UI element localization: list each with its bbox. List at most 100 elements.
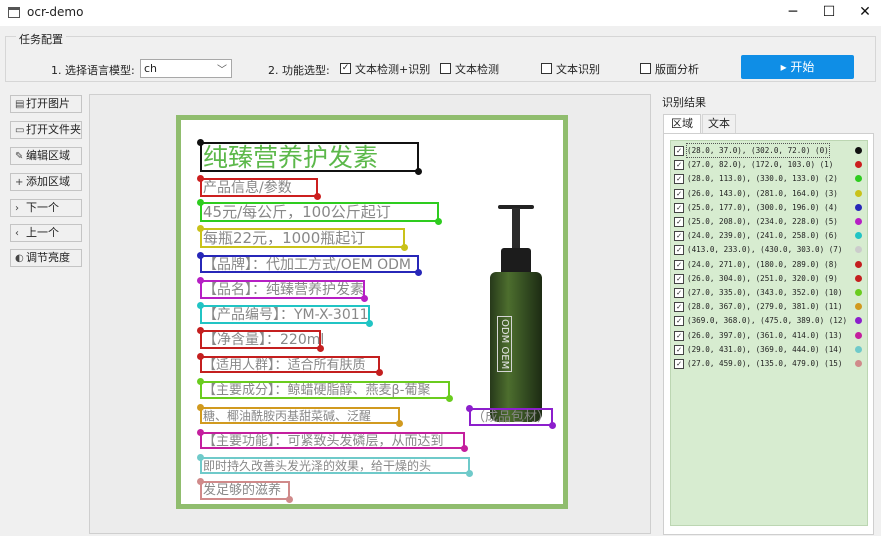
- region-handle[interactable]: [197, 327, 204, 334]
- region-handle[interactable]: [197, 225, 204, 232]
- region-handle[interactable]: [466, 405, 473, 412]
- region-handle[interactable]: [197, 302, 204, 309]
- region-checkbox[interactable]: ✓: [674, 188, 684, 199]
- ocr-region-box[interactable]: 每瓶22元，1000瓶起订: [197, 225, 408, 251]
- tab-text[interactable]: 文本: [702, 114, 736, 134]
- language-model-select[interactable]: ch ﹀: [140, 59, 232, 78]
- region-list-item[interactable]: ✓ (26.0, 304.0), (251.0, 320.0) (9): [673, 272, 865, 285]
- region-handle[interactable]: [366, 320, 373, 327]
- ocr-region-text: 产品信息/参数: [203, 180, 292, 196]
- ocr-region-box[interactable]: （成品包材）: [466, 405, 556, 429]
- region-handle[interactable]: [197, 454, 204, 461]
- region-handle[interactable]: [401, 244, 408, 251]
- region-handle[interactable]: [466, 470, 473, 477]
- ocr-region-box[interactable]: 糖、椰油酰胺丙基甜菜碱、泛醒: [197, 404, 403, 427]
- region-checkbox[interactable]: ✓: [674, 160, 684, 171]
- region-list-item[interactable]: ✓ (25.0, 208.0), (234.0, 228.0) (5): [673, 215, 865, 228]
- region-list-item[interactable]: ✓ (26.0, 397.0), (361.0, 414.0) (13): [673, 329, 865, 342]
- region-list-item[interactable]: ✓ (369.0, 368.0), (475.0, 389.0) (12): [673, 314, 865, 327]
- open-folder-button[interactable]: ▭ 打开文件夹: [10, 121, 82, 139]
- region-handle[interactable]: [197, 199, 204, 206]
- region-checkbox[interactable]: ✓: [674, 316, 684, 327]
- region-handle[interactable]: [361, 295, 368, 302]
- region-list-item[interactable]: ✓ (27.0, 335.0), (343.0, 352.0) (10): [673, 286, 865, 299]
- ocr-region-box[interactable]: 发足够的滋养: [197, 478, 293, 503]
- region-checkbox[interactable]: ✓: [674, 245, 684, 256]
- open-image-button[interactable]: ▤ 打开图片: [10, 95, 82, 113]
- option-detect-recognize-checkbox[interactable]: ✓: [340, 63, 351, 74]
- region-list-item[interactable]: ✓ (25.0, 177.0), (300.0, 196.0) (4): [673, 201, 865, 214]
- region-handle[interactable]: [317, 345, 324, 352]
- region-checkbox[interactable]: ✓: [674, 302, 684, 313]
- next-button[interactable]: › 下一个: [10, 199, 82, 217]
- region-checkbox[interactable]: ✓: [674, 359, 684, 369]
- region-handle[interactable]: [197, 139, 204, 146]
- region-handle[interactable]: [396, 420, 403, 427]
- region-handle[interactable]: [197, 429, 204, 436]
- region-handle[interactable]: [435, 218, 442, 225]
- region-checkbox[interactable]: ✓: [674, 146, 684, 156]
- region-checkbox[interactable]: ✓: [674, 330, 684, 341]
- region-handle[interactable]: [197, 277, 204, 284]
- ocr-region-box[interactable]: 【主要成分】：鲸蜡硬脂醇、燕麦β-葡聚: [197, 378, 453, 402]
- region-checkbox[interactable]: ✓: [674, 259, 684, 270]
- ocr-region-box[interactable]: 纯臻营养护发素: [197, 139, 422, 175]
- option-detect-checkbox[interactable]: [440, 63, 451, 74]
- region-handle[interactable]: [549, 422, 556, 429]
- region-list-item[interactable]: ✓ (27.0, 82.0), (172.0, 103.0) (1): [673, 158, 865, 171]
- region-list-item[interactable]: ✓ (28.0, 37.0), (302.0, 72.0) (0): [673, 143, 865, 158]
- region-handle[interactable]: [461, 445, 468, 452]
- region-handle[interactable]: [197, 378, 204, 385]
- region-handle[interactable]: [376, 369, 383, 376]
- image-canvas[interactable]: ODM OEM 纯臻营养护发素 产品信息/参数 45元/每公斤，100公斤起订 每瓶2…: [89, 94, 651, 534]
- region-checkbox[interactable]: ✓: [674, 273, 684, 284]
- tab-region[interactable]: 区域: [663, 114, 701, 134]
- edit-region-button[interactable]: ✎ 编辑区域: [10, 147, 82, 165]
- region-checkbox[interactable]: ✓: [674, 174, 684, 185]
- region-handle[interactable]: [415, 168, 422, 175]
- ocr-region-box[interactable]: 产品信息/参数: [197, 175, 321, 200]
- region-handle[interactable]: [286, 496, 293, 503]
- region-handle[interactable]: [197, 353, 204, 360]
- brightness-icon: ◐: [15, 253, 24, 264]
- add-region-button[interactable]: + 添加区域: [10, 173, 82, 191]
- option-layout-checkbox[interactable]: [640, 63, 651, 74]
- ocr-region-box[interactable]: 【品名】：纯臻营养护发素: [197, 277, 368, 302]
- region-list-item[interactable]: ✓ (26.0, 143.0), (281.0, 164.0) (3): [673, 187, 865, 200]
- region-list-item[interactable]: ✓ (29.0, 431.0), (369.0, 444.0) (14): [673, 343, 865, 356]
- ocr-region-box[interactable]: 【主要功能】：可紧致头发磷层，从而达到: [197, 429, 468, 452]
- region-handle[interactable]: [197, 175, 204, 182]
- previous-button[interactable]: ‹ 上一个: [10, 224, 82, 242]
- region-handle[interactable]: [197, 252, 204, 259]
- brightness-button[interactable]: ◐ 调节亮度: [10, 249, 82, 267]
- region-list-item[interactable]: ✓ (24.0, 239.0), (241.0, 258.0) (6): [673, 229, 865, 242]
- region-checkbox[interactable]: ✓: [674, 217, 684, 227]
- region-list-item[interactable]: ✓ (28.0, 113.0), (330.0, 133.0) (2): [673, 172, 865, 185]
- region-list-item[interactable]: ✓ (27.0, 459.0), (135.0, 479.0) (15): [673, 357, 865, 370]
- region-handle[interactable]: [446, 395, 453, 402]
- option-recognize-checkbox[interactable]: [541, 63, 552, 74]
- region-list-item[interactable]: ✓ (24.0, 271.0), (180.0, 289.0) (8): [673, 258, 865, 271]
- close-button[interactable]: ✕: [842, 0, 881, 26]
- ocr-region-box[interactable]: 即时持久改善头发光泽的效果，给干燥的头: [197, 454, 473, 477]
- region-checkbox[interactable]: ✓: [674, 288, 684, 298]
- pencil-icon: ✎: [15, 151, 24, 162]
- region-checkbox[interactable]: ✓: [674, 231, 684, 242]
- region-list-item[interactable]: ✓ (413.0, 233.0), (430.0, 303.0) (7): [673, 243, 865, 256]
- region-coords-text: (27.0, 82.0), (172.0, 103.0) (1): [687, 160, 834, 170]
- region-handle[interactable]: [197, 404, 204, 411]
- start-button[interactable]: ▸ 开始: [741, 55, 854, 79]
- region-checkbox[interactable]: ✓: [674, 202, 684, 213]
- ocr-region-box[interactable]: 【产品编号】：YM-X-3011: [197, 302, 373, 327]
- ocr-region-box[interactable]: 【净含量】：220ml: [197, 327, 324, 352]
- region-list[interactable]: ✓ (28.0, 37.0), (302.0, 72.0) (0) ✓ (27.0, …: [670, 140, 868, 526]
- ocr-region-box[interactable]: 45元/每公斤，100公斤起订: [197, 199, 442, 225]
- region-handle[interactable]: [197, 478, 204, 485]
- region-checkbox[interactable]: ✓: [674, 344, 684, 355]
- region-handle[interactable]: [314, 193, 321, 200]
- ocr-region-box[interactable]: 【品牌】：代加工方式/OEM ODM: [197, 252, 422, 276]
- region-list-item[interactable]: ✓ (28.0, 367.0), (279.0, 381.0) (11): [673, 300, 865, 313]
- region-handle[interactable]: [415, 269, 422, 276]
- next-label: 下一个: [26, 201, 59, 214]
- ocr-region-box[interactable]: 【适用人群】：适合所有肤质: [197, 353, 383, 376]
